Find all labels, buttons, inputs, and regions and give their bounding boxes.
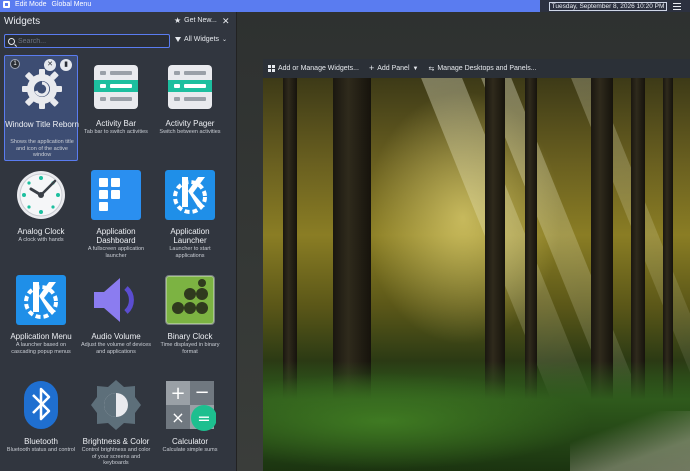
- widget-description: A clock with hands: [18, 237, 64, 243]
- widget-window-title-reborn[interactable]: 1 ✕ ▮ Window Title Reborn Shows the appl…: [4, 55, 79, 161]
- widget-description: Control brightness and color of your scr…: [81, 447, 151, 466]
- widget-application-launcher[interactable]: Application Launcher Launcher to start a…: [153, 163, 227, 269]
- chevron-down-icon: ⌄: [222, 37, 228, 43]
- gear-icon: [22, 69, 62, 109]
- add-widgets-button[interactable]: Add or Manage Widgets...: [268, 65, 359, 72]
- widget-name: Application Menu: [10, 332, 72, 341]
- widget-description: A fullscreen application launcher: [87, 246, 145, 259]
- widget-brightness-color[interactable]: Brightness & Color Control brightness an…: [79, 373, 153, 471]
- edit-mode-indicator: Edit Mode Global Menu: [3, 1, 91, 8]
- widget-activity-bar[interactable]: Activity Bar Tab bar to switch activitie…: [79, 55, 153, 161]
- widget-binary-clock[interactable]: Binary Clock Time displayed in binary fo…: [153, 268, 227, 374]
- activity-bar-icon: [94, 65, 138, 109]
- widget-description: Tab bar to switch activities: [84, 129, 148, 135]
- widget-description: Adjust the volume of devices and applica…: [81, 342, 152, 355]
- get-new-label: Get New...: [184, 17, 217, 24]
- filter-label: All Widgets: [184, 36, 220, 43]
- widget-application-menu[interactable]: Application Menu A launcher based on cas…: [4, 268, 78, 374]
- edit-mode-icon: [3, 1, 10, 8]
- widgets-grid-icon: [268, 65, 275, 72]
- widget-name: Bluetooth: [24, 437, 58, 446]
- widget-name: Calculator: [171, 437, 208, 446]
- digital-clock[interactable]: Tuesday, September 8, 2026 10:20 PM: [548, 1, 668, 11]
- add-panel-label: Add Panel: [377, 65, 410, 72]
- widget-bluetooth[interactable]: Bluetooth Bluetooth status and control: [4, 373, 78, 471]
- bluetooth-icon: [24, 381, 58, 429]
- desktop-edit-toolbar: Add or Manage Widgets... + Add Panel ▼ ⇆…: [263, 59, 690, 78]
- filter-dropdown[interactable]: All Widgets ⌄: [175, 36, 227, 43]
- hamburger-menu-icon[interactable]: [673, 2, 682, 10]
- widget-name: Activity Bar: [95, 119, 136, 128]
- activity-pager-icon: [168, 65, 212, 109]
- widget-description: Switch between activities: [159, 129, 221, 135]
- widget-description: Launcher to start applications: [169, 246, 211, 259]
- add-panel-button[interactable]: + Add Panel ▼: [368, 63, 419, 73]
- brightness-icon: [91, 380, 141, 430]
- svg-text:+: +: [170, 383, 185, 404]
- widget-name: Binary Clock: [167, 332, 213, 341]
- widget-description: Bluetooth status and control: [6, 447, 76, 453]
- add-widgets-label: Add or Manage Widgets...: [278, 65, 359, 72]
- get-new-widgets-button[interactable]: ★ Get New...: [174, 16, 217, 25]
- calculator-icon: + − × =: [166, 381, 216, 431]
- kde-logo-icon: [16, 275, 66, 325]
- system-tray: Tuesday, September 8, 2026 10:20 PM: [540, 0, 690, 12]
- widget-name: Application Dashboard: [96, 227, 136, 245]
- plus-icon: +: [368, 63, 375, 73]
- manage-desktops-label: Manage Desktops and Panels...: [437, 65, 537, 72]
- binary-clock-icon: [165, 275, 215, 325]
- dashboard-grid-icon: [91, 170, 141, 220]
- search-input[interactable]: [18, 37, 158, 45]
- panel-title: Widgets: [4, 16, 41, 27]
- widget-description: Calculate simple sums: [162, 447, 218, 453]
- global-menu-label[interactable]: Global Menu: [52, 1, 92, 8]
- edit-mode-label: Edit Mode: [15, 1, 47, 8]
- close-icon[interactable]: ✕: [222, 16, 230, 27]
- arrows-icon: ⇆: [428, 65, 435, 73]
- svg-text:−: −: [194, 382, 209, 403]
- widget-name: Activity Pager: [165, 119, 215, 128]
- search-icon: [8, 37, 15, 45]
- widgets-explorer: Widgets ★ Get New... ✕ All Widgets ⌄ 1 ✕…: [0, 12, 237, 471]
- widget-activity-pager[interactable]: Activity Pager Switch between activities: [153, 55, 227, 161]
- widget-calculator[interactable]: + − × = Calculator Calculate simple sums: [153, 373, 227, 471]
- top-panel: Edit Mode Global Menu Tuesday, September…: [0, 0, 690, 12]
- kde-logo-icon: [165, 170, 215, 220]
- widget-name: Application Launcher: [170, 227, 210, 245]
- widget-name: Audio Volume: [91, 332, 141, 341]
- analog-clock-icon: [17, 171, 65, 219]
- widget-name: Window Title Reborn: [5, 120, 79, 129]
- filter-icon: [175, 37, 181, 42]
- widget-analog-clock[interactable]: Analog Clock A clock with hands: [4, 163, 78, 269]
- widget-description: A launcher based on cascading popup menu…: [11, 342, 71, 355]
- svg-text:×: ×: [171, 408, 184, 427]
- widget-audio-volume[interactable]: Audio Volume Adjust the volume of device…: [79, 268, 153, 374]
- forest-wallpaper: [263, 78, 690, 471]
- widget-name: Brightness & Color: [82, 437, 150, 446]
- desktop-area: Add or Manage Widgets... + Add Panel ▼ ⇆…: [237, 12, 690, 471]
- forest-path: [570, 411, 690, 471]
- widget-description: Time displayed in binary format: [160, 342, 220, 355]
- star-icon: ★: [174, 16, 182, 25]
- widget-name: Analog Clock: [17, 227, 65, 236]
- widget-application-dashboard[interactable]: Application Dashboard A fullscreen appli…: [79, 163, 153, 269]
- widget-description: Shows the application title and icon of …: [10, 139, 74, 158]
- speaker-icon: [94, 278, 134, 322]
- search-field[interactable]: [4, 34, 170, 48]
- svg-text:=: =: [197, 409, 210, 428]
- manage-desktops-button[interactable]: ⇆ Manage Desktops and Panels...: [428, 65, 536, 73]
- chevron-down-icon: ▼: [412, 65, 419, 72]
